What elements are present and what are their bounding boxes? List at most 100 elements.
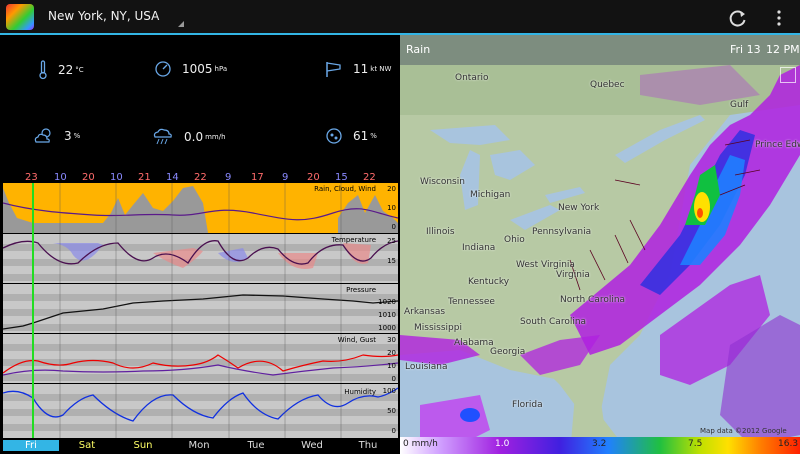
rain-unit: mm/h <box>205 133 226 141</box>
place-label: New York <box>558 203 600 213</box>
humidity-unit: % <box>370 132 377 140</box>
day-tab-fri[interactable]: Fri <box>3 440 59 451</box>
axis-tick: 10 <box>387 362 396 370</box>
place-label: Illinois <box>426 227 455 237</box>
axis-tick: 20 <box>387 349 396 357</box>
place-label: Louisiana <box>405 362 448 372</box>
refresh-icon[interactable] <box>728 8 748 28</box>
place-label: Florida <box>512 400 543 410</box>
hour-label: 9 <box>282 172 289 183</box>
legend-label: 0 mm/h <box>403 439 438 449</box>
place-label: Pennsylvania <box>532 227 592 237</box>
map-date: Fri 13 <box>730 43 761 56</box>
legend-label: 1.0 <box>495 439 510 449</box>
temperature-value: 22 <box>58 63 74 77</box>
place-label: Kentucky <box>468 277 510 287</box>
axis-tick: 1010 <box>378 311 396 319</box>
temperature-chart-title: Temperature <box>331 236 376 244</box>
axis-tick: 0 <box>391 427 396 435</box>
hour-label: 22 <box>363 172 376 183</box>
place-label: Mississippi <box>414 323 462 333</box>
day-tab-thu[interactable]: Thu <box>340 440 396 451</box>
legend-label: 7.5 <box>688 439 703 449</box>
place-label: Michigan <box>470 190 511 200</box>
forecast-charts[interactable]: Rain, Cloud, Wind 20 10 0 Temperature 25… <box>3 183 398 438</box>
pressure-reading: 1005 hPa <box>154 60 227 78</box>
axis-tick: 10 <box>387 204 396 212</box>
axis-tick: 15 <box>387 257 396 265</box>
expand-map-icon[interactable] <box>780 67 796 83</box>
pressure-value: 1005 <box>182 62 213 76</box>
day-tab-sun[interactable]: Sun <box>115 440 171 451</box>
thermometer-icon <box>39 60 47 80</box>
axis-tick: 100 <box>382 387 396 395</box>
cloud-unit: % <box>73 132 81 140</box>
overflow-menu-icon[interactable] <box>772 8 786 28</box>
hour-label: 14 <box>166 172 179 183</box>
axis-tick: 30 <box>387 336 396 344</box>
wind-chart-title: Wind, Gust <box>337 336 376 344</box>
day-tab-tue[interactable]: Tue <box>228 440 284 451</box>
legend-label: 16.3 <box>778 439 799 449</box>
place-label: Tennessee <box>448 297 495 307</box>
axis-tick: 50 <box>387 407 396 415</box>
location-title[interactable]: New York, NY, USA <box>48 9 159 23</box>
app-logo-icon[interactable] <box>6 4 34 30</box>
temperature-unit: °C <box>75 66 84 74</box>
temperature-reading: 22 °C <box>38 60 84 80</box>
map-attribution: Map data ©2012 Google <box>700 427 787 435</box>
humidity-value: 61 <box>353 129 369 143</box>
rain-chart-title: Rain, Cloud, Wind <box>314 185 376 193</box>
pressure-gauge-icon <box>155 61 171 77</box>
hour-label: 10 <box>54 172 67 183</box>
place-label: Georgia <box>490 347 526 357</box>
place-label: Wisconsin <box>420 177 465 187</box>
humidity-reading: 61% <box>325 127 377 145</box>
pressure-unit: hPa <box>214 65 228 73</box>
day-tab-mon[interactable]: Mon <box>171 440 227 451</box>
legend-label: 3.2 <box>592 439 607 449</box>
map-time: 12 PM <box>766 43 800 56</box>
location-dropdown-icon[interactable] <box>178 21 184 27</box>
axis-tick: 0 <box>391 223 396 231</box>
rain-value: 0.0 <box>184 130 204 144</box>
hour-label: 20 <box>307 172 320 183</box>
cloud-reading: 3% <box>32 127 80 145</box>
precipitation-legend: 0 mm/h 1.0 3.2 7.5 16.3 <box>400 437 800 454</box>
hour-label: 17 <box>251 172 264 183</box>
hour-label: 15 <box>335 172 348 183</box>
axis-tick: 20 <box>387 185 396 193</box>
pressure-chart-title: Pressure <box>346 286 376 294</box>
rain-reading: 0.0 mm/h <box>152 127 226 147</box>
wind-flag-icon <box>326 62 341 77</box>
day-tab-sat[interactable]: Sat <box>59 440 115 451</box>
place-label: Quebec <box>590 80 625 90</box>
humidity-chart-title: Humidity <box>344 388 376 396</box>
hour-label: 20 <box>82 172 95 183</box>
wind-value: 11 <box>353 62 369 76</box>
place-label: South Carolina <box>520 317 587 327</box>
axis-tick: 0 <box>391 375 396 383</box>
place-label: Indiana <box>462 243 496 253</box>
rain-cloud-icon <box>153 128 172 145</box>
wind-reading: 11 kt NW <box>325 60 391 78</box>
meteogram-svg <box>3 183 398 438</box>
map-canvas <box>400 35 800 454</box>
hour-label: 22 <box>194 172 207 183</box>
place-label: Prince Edward Island <box>755 140 800 150</box>
place-label: Ohio <box>504 235 525 245</box>
cloud-value: 3 <box>64 129 72 143</box>
cloud-sun-icon <box>34 128 51 143</box>
map-layer-title[interactable]: Rain <box>406 43 430 56</box>
place-label: West Virginia <box>516 260 575 270</box>
hour-label: 23 <box>25 172 38 183</box>
action-bar: New York, NY, USA <box>0 0 800 35</box>
hour-label: 21 <box>138 172 151 183</box>
humidity-drops-icon <box>326 128 342 144</box>
axis-tick: 1020 <box>378 298 396 306</box>
day-tab-wed[interactable]: Wed <box>284 440 340 451</box>
rain-radar-map[interactable]: Rain Fri 13 12 PM Ontario Quebec Wiscons… <box>400 35 800 454</box>
day-selector: Fri Sat Sun Mon Tue Wed Thu <box>0 438 400 454</box>
axis-tick: 25 <box>387 237 396 245</box>
place-label: Arkansas <box>404 307 446 317</box>
